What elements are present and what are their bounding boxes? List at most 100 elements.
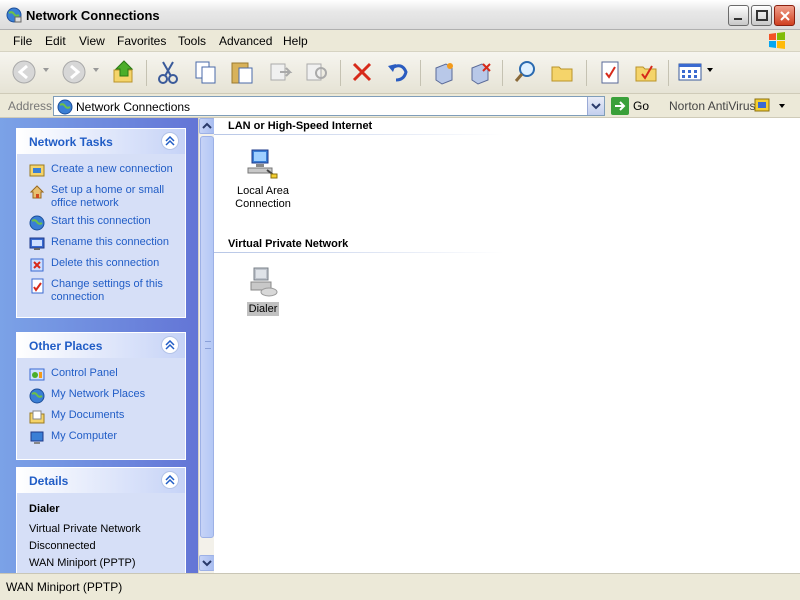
scroll-down-button[interactable] bbox=[199, 555, 215, 571]
forward-icon[interactable] bbox=[60, 58, 88, 86]
toolbar-separator bbox=[420, 60, 421, 86]
title-bar[interactable]: Network Connections bbox=[0, 0, 800, 30]
task-setup-home-network[interactable]: Set up a home or small office network bbox=[29, 184, 177, 210]
status-bar: WAN Miniport (PPTP) bbox=[0, 573, 800, 600]
paste-icon[interactable] bbox=[228, 58, 256, 86]
chevron-up-icon bbox=[165, 340, 175, 350]
place-control-panel[interactable]: Control Panel bbox=[29, 367, 177, 383]
settings-icon bbox=[31, 278, 44, 294]
scroll-grip bbox=[205, 341, 211, 349]
go-arrow-icon[interactable] bbox=[611, 97, 629, 115]
network-tasks-header[interactable]: Network Tasks bbox=[17, 129, 185, 154]
norton-antivirus-label: Norton AntiVirus bbox=[669, 99, 756, 113]
group-header-lan: LAN or High-Speed Internet bbox=[228, 120, 373, 132]
menu-tools[interactable]: Tools bbox=[178, 34, 206, 48]
network-tasks-collapse-button[interactable] bbox=[161, 132, 179, 150]
address-input[interactable]: Network Connections bbox=[53, 96, 605, 116]
documents-icon bbox=[29, 410, 45, 424]
search-icon[interactable] bbox=[512, 58, 540, 86]
details-item-name: Dialer bbox=[29, 503, 60, 515]
toolbar-separator bbox=[146, 60, 147, 86]
copy-to-icon[interactable] bbox=[302, 58, 330, 86]
views-dropdown-icon[interactable] bbox=[706, 66, 714, 74]
delete-icon[interactable] bbox=[348, 58, 376, 86]
details-status: Disconnected bbox=[29, 540, 96, 552]
views-icon[interactable] bbox=[676, 58, 704, 86]
forward-dropdown-icon[interactable] bbox=[92, 66, 100, 74]
task-start-connection[interactable]: Start this connection bbox=[29, 215, 177, 231]
other-places-box: Other Places Control Panel My Network Pl… bbox=[16, 332, 186, 460]
group-divider bbox=[214, 252, 504, 253]
folders-icon[interactable] bbox=[548, 58, 576, 86]
back-dropdown-icon[interactable] bbox=[42, 66, 50, 74]
task-pane-scrollbar[interactable] bbox=[198, 118, 215, 573]
details-box: Details Dialer Virtual Private Network D… bbox=[16, 467, 186, 573]
folder-options-icon[interactable] bbox=[632, 58, 660, 86]
group-header-vpn: Virtual Private Network bbox=[228, 238, 349, 250]
menu-help[interactable]: Help bbox=[283, 34, 308, 48]
address-bar: Address Network Connections Go Norton An… bbox=[0, 94, 800, 118]
computer-icon bbox=[30, 431, 44, 444]
lan-connection-icon bbox=[247, 149, 278, 179]
chevron-up-icon bbox=[202, 122, 212, 129]
group-divider bbox=[214, 134, 504, 135]
network-globe-icon bbox=[57, 99, 73, 115]
up-folder-icon[interactable] bbox=[110, 58, 138, 86]
window-title: Network Connections bbox=[26, 8, 160, 23]
place-my-documents[interactable]: My Documents bbox=[29, 409, 177, 425]
toolbar-separator bbox=[668, 60, 669, 86]
move-to-icon[interactable] bbox=[266, 58, 294, 86]
task-delete-connection[interactable]: Delete this connection bbox=[29, 257, 177, 273]
network-places-icon bbox=[29, 388, 45, 404]
menu-edit[interactable]: Edit bbox=[45, 34, 66, 48]
place-my-network-places[interactable]: My Network Places bbox=[29, 388, 177, 404]
connection-local-area[interactable]: Local Area Connection bbox=[223, 146, 303, 211]
menu-favorites[interactable]: Favorites bbox=[117, 34, 166, 48]
menu-view[interactable]: View bbox=[79, 34, 105, 48]
toolbar-separator bbox=[340, 60, 341, 86]
menu-advanced[interactable]: Advanced bbox=[219, 34, 272, 48]
connection-dialer[interactable]: Dialer bbox=[223, 264, 303, 316]
properties-icon[interactable] bbox=[596, 58, 624, 86]
toolbar-separator bbox=[502, 60, 503, 86]
maximize-button[interactable] bbox=[751, 5, 772, 26]
close-button[interactable] bbox=[774, 5, 795, 26]
address-value: Network Connections bbox=[76, 100, 191, 114]
details-collapse-button[interactable] bbox=[161, 471, 179, 489]
norton-dropdown-icon[interactable] bbox=[778, 103, 786, 109]
task-change-settings[interactable]: Change settings of this connection bbox=[29, 278, 177, 304]
maximize-icon bbox=[756, 10, 768, 21]
remove-connection-toolbar-icon[interactable] bbox=[466, 58, 494, 86]
scroll-thumb[interactable] bbox=[200, 136, 214, 538]
details-header[interactable]: Details bbox=[17, 468, 185, 493]
minimize-button[interactable] bbox=[728, 5, 749, 26]
chevron-up-icon bbox=[165, 475, 175, 485]
network-tasks-box: Network Tasks Create a new connection Se… bbox=[16, 128, 186, 318]
copy-icon[interactable] bbox=[192, 58, 220, 86]
back-icon[interactable] bbox=[10, 58, 38, 86]
windows-logo-icon bbox=[769, 32, 785, 49]
details-title: Details bbox=[29, 474, 69, 488]
toolbar bbox=[0, 52, 800, 94]
address-dropdown-button[interactable] bbox=[587, 97, 604, 115]
undo-icon[interactable] bbox=[384, 58, 412, 86]
network-globe-icon bbox=[6, 7, 22, 23]
rename-icon bbox=[29, 237, 45, 250]
details-type: Virtual Private Network bbox=[29, 523, 141, 535]
close-icon bbox=[780, 11, 790, 21]
start-connection-icon bbox=[29, 215, 45, 231]
home-network-icon bbox=[29, 185, 45, 199]
cut-icon[interactable] bbox=[154, 58, 182, 86]
task-create-new-connection[interactable]: Create a new connection bbox=[29, 163, 177, 179]
connection-label: Local Area Connection bbox=[235, 185, 291, 210]
go-button[interactable]: Go bbox=[633, 99, 649, 113]
menu-file[interactable]: File bbox=[13, 34, 32, 48]
new-connection-toolbar-icon[interactable] bbox=[430, 58, 458, 86]
task-rename-connection[interactable]: Rename this connection bbox=[29, 236, 177, 252]
scroll-up-button[interactable] bbox=[199, 118, 215, 134]
other-places-header[interactable]: Other Places bbox=[17, 333, 185, 358]
other-places-collapse-button[interactable] bbox=[161, 336, 179, 354]
place-my-computer[interactable]: My Computer bbox=[29, 430, 177, 446]
norton-icon[interactable] bbox=[754, 97, 770, 113]
control-panel-icon bbox=[29, 368, 45, 381]
